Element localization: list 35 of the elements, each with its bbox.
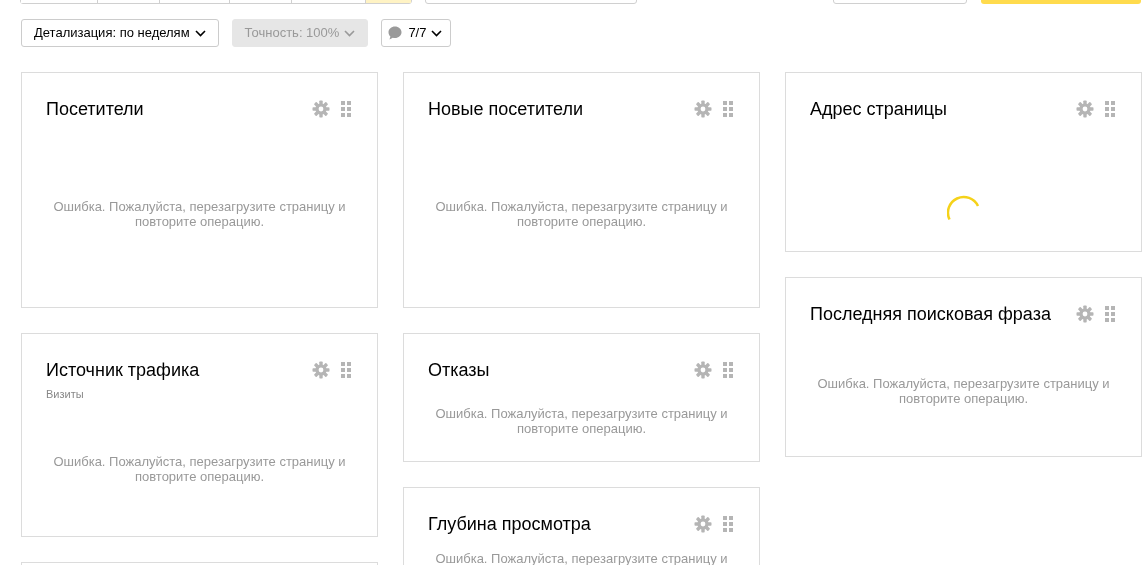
error-message: Ошибка. Пожалуйста, перезагрузите страницу и повторите операцию. — [434, 406, 729, 436]
error-message: Ошибка. Пожалуйста, перезагрузите страницу и повторите операцию. — [434, 198, 729, 229]
error-message: Ошибка. Пожалуйста, перезагрузите страницу и повторите операцию. — [52, 454, 347, 485]
error-message: Ошибка. Пожалуйста, перезагрузите страницу и повторите операцию. — [52, 198, 347, 229]
settings-icon[interactable] — [312, 100, 330, 118]
widget-title: Последняя поисковая фраза — [810, 303, 1051, 325]
loading-spinner — [946, 194, 981, 221]
drag-handle-icon[interactable] — [341, 362, 351, 378]
dropdown-button[interactable]: Детализация: по неделям — [21, 19, 219, 47]
widget-title: Отказы — [428, 359, 490, 381]
chevron-icon — [431, 29, 443, 37]
settings-icon[interactable] — [694, 515, 712, 533]
widget-title: Источник трафика — [46, 359, 200, 381]
widget-title: Новые посетители — [428, 98, 583, 120]
drag-handle-icon[interactable] — [723, 101, 733, 117]
drag-handle-icon[interactable] — [1105, 101, 1115, 117]
chevron-icon — [194, 29, 206, 37]
settings-icon[interactable] — [312, 361, 330, 379]
speech-bubble-icon — [387, 25, 404, 41]
error-message: Ошибка. Пожалуйста, перезагрузите страницу и — [435, 551, 728, 565]
widget-title: Адрес страницы — [810, 98, 948, 120]
widget-title: Посетители — [46, 98, 144, 120]
widget-subtitle: Визиты — [46, 387, 84, 402]
settings-icon[interactable] — [1076, 100, 1094, 118]
drag-handle-icon[interactable] — [723, 362, 733, 378]
settings-icon[interactable] — [1076, 305, 1094, 323]
chevron-icon — [344, 29, 356, 37]
drag-handle-icon[interactable] — [341, 101, 351, 117]
drag-handle-icon[interactable] — [1105, 306, 1115, 322]
comments-dropdown[interactable]: 7/7 — [381, 19, 452, 47]
widget-title: Глубина просмотра — [428, 513, 591, 535]
settings-icon[interactable] — [694, 100, 712, 118]
drag-handle-icon[interactable] — [723, 516, 733, 532]
settings-icon[interactable] — [694, 361, 712, 379]
error-message: Ошибка. Пожалуйста, перезагрузите страницу и повторите операцию. — [816, 375, 1111, 406]
